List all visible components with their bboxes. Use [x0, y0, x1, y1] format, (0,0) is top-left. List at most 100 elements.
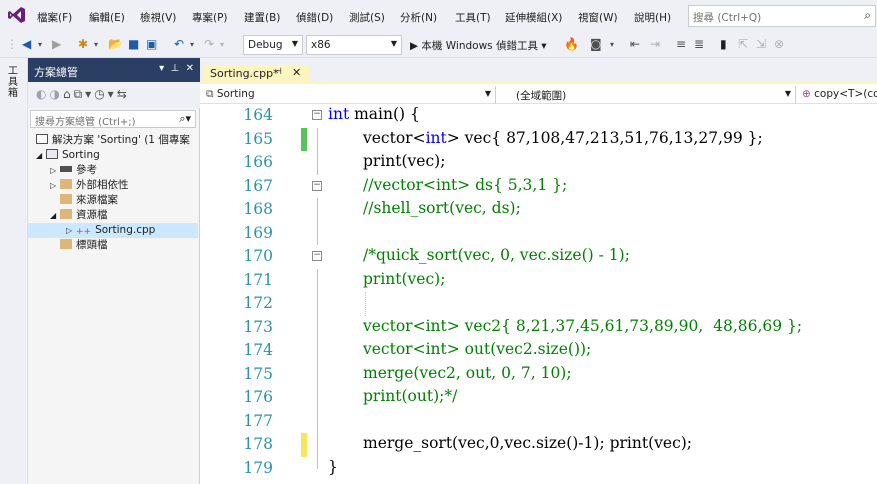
member-select[interactable]: ⊕ copy<T>(cons — [796, 86, 877, 104]
menu-edit[interactable]: 編輯(E) — [89, 10, 125, 25]
code-line: 172 — [200, 292, 877, 316]
menu-file[interactable]: 檔案(F) — [37, 10, 72, 25]
tree-item-project[interactable]: ◢ Sorting — [36, 148, 100, 163]
step-over-icon[interactable]: ⇥ — [650, 37, 660, 51]
close-icon[interactable]: ✕ — [292, 66, 301, 79]
forward-icon[interactable]: ◑ — [49, 87, 62, 101]
scope-value: (全域範圍) — [516, 90, 567, 102]
back-dropdown-icon[interactable]: ▾ — [38, 40, 42, 49]
menu-view[interactable]: 檢視(V) — [140, 10, 176, 25]
tree-item-label: Sorting — [62, 149, 100, 161]
uncomment-icon[interactable]: ≣ — [694, 37, 704, 51]
menu-build[interactable]: 建置(B) — [244, 10, 280, 25]
new-dropdown-icon[interactable]: ▾ — [94, 40, 98, 49]
switch-views-icon[interactable]: ⧉▾ — [74, 87, 95, 101]
menu-extensions[interactable]: 延伸模組(X) — [505, 10, 562, 25]
home-icon[interactable]: ⌂ — [63, 87, 74, 101]
quick-launch-search[interactable]: 搜尋 (Ctrl+Q) ⌕ — [688, 5, 876, 27]
collapsed-arrow-icon[interactable]: ▷ — [50, 178, 60, 193]
collapse-icon[interactable]: − — [312, 251, 322, 261]
line-number: 167 — [243, 176, 273, 195]
tools-dropdown-icon[interactable]: ▾ — [610, 40, 614, 49]
tree-item-sorting-cpp[interactable]: ▷ ++ Sorting.cpp — [28, 223, 198, 238]
solution-icon — [36, 134, 48, 144]
back-icon[interactable]: ◐ — [36, 87, 49, 101]
fold-guide — [317, 221, 318, 245]
sync-icon[interactable]: ⇆ — [117, 87, 130, 101]
visual-studio-logo-icon[interactable] — [8, 6, 26, 24]
toolbox-tab[interactable]: 工具箱 — [8, 66, 20, 99]
project-select[interactable]: ⧉ Sorting ▼ — [200, 86, 496, 104]
scope-select[interactable]: (全域範圍) ▼ — [510, 86, 796, 104]
solution-explorer-title: 方案總管 — [34, 66, 78, 79]
code-line: 169 — [200, 221, 877, 245]
line-number: 169 — [243, 223, 273, 242]
expanded-arrow-icon[interactable]: ◢ — [36, 148, 46, 163]
bookmark-icon[interactable]: ▮ — [720, 37, 727, 51]
collapse-icon[interactable]: − — [312, 180, 322, 191]
collapse-icon[interactable]: − — [312, 110, 322, 120]
tree-item-references[interactable]: ▷ 參考 — [50, 163, 97, 178]
line-number: 172 — [243, 294, 273, 312]
menu-tools[interactable]: 工具(T) — [455, 10, 491, 25]
start-debugging-button[interactable]: ▶ 本機 Windows 偵錯工具 ▾ — [410, 38, 547, 53]
dropdown-icon[interactable]: ▾ — [159, 63, 164, 74]
tree-item-solution[interactable]: 解決方案 'Sorting' (1 個專案 — [36, 133, 190, 148]
menu-analyze[interactable]: 分析(N) — [400, 10, 437, 25]
tree-item-header-files[interactable]: 標頭檔 — [60, 238, 108, 253]
save-icon[interactable]: ■ — [128, 37, 139, 51]
solution-explorer-toolbar: ◐◑⌂⧉▾◷▾⇆ — [28, 82, 200, 108]
code-line: 168 //shell_sort(vec, ds); — [200, 198, 877, 222]
fold-guide — [317, 339, 318, 363]
solution-explorer-search[interactable]: 搜尋方案總管 (Ctrl+;) ⌕▾ — [30, 110, 196, 128]
comment-out-icon[interactable]: ≡ — [676, 37, 686, 51]
navigation-bar: ⧉ Sorting ▼ (全域範圍) ▼ ⊕ copy<T>(cons — [200, 86, 877, 104]
pending-changes-icon[interactable]: ◷▾ — [94, 87, 117, 101]
next-bookmark-icon[interactable]: ⇲ — [756, 37, 766, 51]
back-icon[interactable]: ◀ — [22, 37, 31, 51]
clear-bookmarks-icon[interactable]: ⊗ — [774, 37, 784, 51]
code-text: int main() { — [328, 105, 420, 123]
new-project-icon[interactable]: ✱ — [78, 37, 88, 51]
code-line: 173 vector<int> vec2{ 8,21,37,45,61,73,8… — [200, 315, 877, 339]
fold-guide — [317, 433, 318, 457]
collapsed-arrow-icon[interactable]: ▷ — [66, 223, 76, 238]
indent-guide — [365, 292, 366, 316]
menu-bar: 檔案(F) 編輯(E) 檢視(V) 專案(P) 建置(B) 偵錯(D) 測試(S… — [0, 0, 877, 32]
redo-dropdown-icon[interactable]: ▾ — [220, 40, 224, 49]
expanded-arrow-icon[interactable]: ◢ — [50, 208, 60, 223]
open-file-icon[interactable]: 📂 — [108, 37, 123, 51]
tab-label: Sorting.cpp* — [210, 67, 279, 80]
menu-debug[interactable]: 偵錯(D) — [296, 10, 333, 25]
code-editor[interactable]: 164 − int main() { 165 vector<int> vec{ … — [200, 104, 877, 484]
tree-item-resource-files[interactable]: ◢ 資源檔 — [50, 208, 108, 223]
undo-dropdown-icon[interactable]: ▾ — [190, 40, 194, 49]
pin-icon[interactable]: ⊥ — [171, 63, 180, 74]
step-icon[interactable]: ⇤ — [630, 37, 640, 51]
collapsed-arrow-icon[interactable]: ▷ — [50, 163, 60, 178]
menu-test[interactable]: 測試(S) — [349, 10, 385, 25]
hot-reload-icon[interactable]: 🔥 — [564, 37, 579, 51]
folder-icon — [60, 194, 72, 204]
redo-icon[interactable]: ↷ — [204, 37, 214, 51]
menu-project[interactable]: 專案(P) — [192, 10, 228, 25]
code-line: 167 − //vector<int> ds{ 5,3,1 }; — [200, 175, 877, 199]
diagnostic-tools-icon[interactable]: ◙ — [590, 37, 602, 51]
pin-icon[interactable]: ⊣ — [274, 67, 282, 77]
prev-bookmark-icon[interactable]: ⇱ — [738, 37, 748, 51]
menu-window[interactable]: 視窗(W) — [578, 10, 618, 25]
fold-guide — [317, 127, 318, 151]
forward-icon[interactable]: ▶ — [52, 37, 61, 51]
solution-platform-select[interactable]: x86 ▼ — [306, 35, 402, 55]
close-icon[interactable]: ✕ — [186, 63, 194, 74]
solution-explorer-panel: 方案總管 ▾ ⊥ ✕ ◐◑⌂⧉▾◷▾⇆ 搜尋方案總管 (Ctrl+;) ⌕▾ 解… — [28, 58, 200, 484]
tree-item-source-files[interactable]: 來源檔案 — [60, 193, 118, 208]
save-all-icon[interactable]: ▣ — [146, 37, 157, 51]
tree-item-external-dependencies[interactable]: ▷ 外部相依性 — [50, 178, 129, 193]
tab-sorting-cpp[interactable]: Sorting.cpp* ⊣ ✕ — [204, 65, 310, 84]
undo-icon[interactable]: ↶ — [174, 37, 184, 51]
solution-configuration-select[interactable]: Debug ▼ — [243, 35, 303, 55]
code-comment: print(vec); — [363, 269, 446, 288]
menu-help[interactable]: 說明(H) — [634, 10, 671, 25]
toolbox-strip[interactable]: 工具箱 — [0, 58, 28, 484]
